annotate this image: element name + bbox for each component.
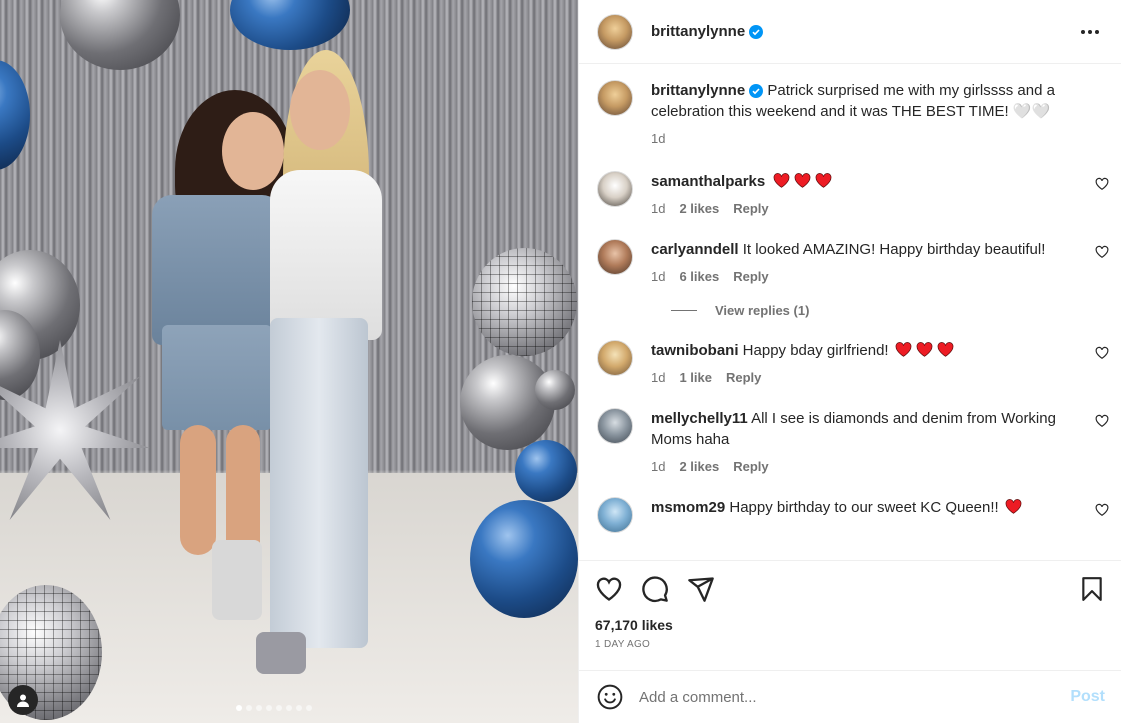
- comment-username[interactable]: carlyanndell: [651, 241, 739, 258]
- post-timestamp[interactable]: 1 DAY AGO: [595, 639, 1105, 650]
- comment-username[interactable]: samanthalparks: [651, 173, 765, 190]
- post-comment-button[interactable]: Post: [1070, 688, 1105, 706]
- carousel-dot[interactable]: [266, 705, 272, 711]
- author-username[interactable]: brittanylynne: [651, 23, 745, 40]
- heart-emojis: [773, 173, 836, 190]
- caption-age: 1d: [651, 131, 666, 146]
- comment-text: It looked AMAZING! Happy birthday beauti…: [742, 241, 1046, 258]
- red-heart-emoji-icon: [1005, 499, 1022, 514]
- avatar[interactable]: [597, 171, 633, 207]
- comment-age: 1d: [651, 459, 666, 474]
- comment-likes[interactable]: 1 like: [679, 367, 712, 388]
- comment: tawnibobani Happy bday girlfriend! 1d 1 …: [597, 340, 1109, 388]
- comment-username[interactable]: mellychelly11: [651, 410, 748, 427]
- reply-button[interactable]: Reply: [733, 266, 768, 287]
- avatar[interactable]: [597, 80, 633, 116]
- comment: mellychelly11 All I see is diamonds and …: [597, 408, 1109, 477]
- avatar[interactable]: [597, 340, 633, 376]
- comments-list[interactable]: brittanylynne Patrick surprised me with …: [579, 64, 1121, 560]
- post-caption: brittanylynne Patrick surprised me with …: [597, 80, 1105, 149]
- heel: [256, 632, 306, 674]
- heart-emojis: [895, 342, 958, 359]
- sandal: [212, 540, 262, 620]
- carousel-dot[interactable]: [246, 705, 252, 711]
- carousel-dot[interactable]: [236, 705, 242, 711]
- more-icon[interactable]: [1075, 24, 1105, 40]
- disco-balloon: [472, 248, 577, 356]
- reply-button[interactable]: Reply: [733, 456, 768, 477]
- reply-button[interactable]: Reply: [733, 198, 768, 219]
- likes-count[interactable]: 67,170 likes: [595, 617, 1105, 633]
- like-comment-heart-icon[interactable]: [1095, 503, 1109, 517]
- face: [290, 70, 350, 150]
- heart-icon[interactable]: [595, 575, 623, 603]
- avatar[interactable]: [597, 239, 633, 275]
- carousel-dot[interactable]: [256, 705, 262, 711]
- view-replies-button[interactable]: View replies (1): [671, 303, 1105, 318]
- carousel-dot[interactable]: [286, 705, 292, 711]
- comment-icon[interactable]: [641, 575, 669, 603]
- denim-shorts: [162, 325, 272, 430]
- like-comment-heart-icon[interactable]: [1095, 177, 1109, 191]
- emoji-icon[interactable]: [597, 684, 623, 710]
- post-photo[interactable]: [0, 0, 578, 723]
- add-comment-bar: Post: [579, 670, 1121, 723]
- comment: samanthalparks 1d 2 likes Reply: [597, 171, 1109, 219]
- comment-text: Happy bday girlfriend!: [742, 342, 889, 359]
- comment-likes[interactable]: 2 likes: [679, 198, 719, 219]
- jeans: [270, 318, 368, 648]
- save-icon[interactable]: [1079, 576, 1105, 602]
- face: [222, 112, 284, 190]
- carousel-dot[interactable]: [276, 705, 282, 711]
- user-tag-icon[interactable]: [8, 685, 38, 715]
- post-details-panel: brittanylynne brittanylynne Patrick surp…: [578, 0, 1121, 723]
- balloon: [470, 500, 578, 618]
- comment-likes[interactable]: 2 likes: [679, 456, 719, 477]
- comment-text: Happy birthday to our sweet KC Queen!!: [729, 499, 999, 516]
- caption-author[interactable]: brittanylynne: [651, 82, 745, 99]
- like-comment-heart-icon[interactable]: [1095, 414, 1109, 428]
- white-top: [270, 170, 382, 340]
- view-replies-label: View replies (1): [715, 303, 810, 318]
- balloon: [230, 0, 350, 50]
- divider: [671, 310, 697, 311]
- comment-username[interactable]: msmom29: [651, 499, 725, 516]
- verified-icon: [749, 24, 764, 39]
- red-heart-emoji-icon: [816, 173, 832, 188]
- like-comment-heart-icon[interactable]: [1095, 346, 1109, 360]
- red-heart-emoji-icon: [774, 173, 790, 188]
- denim-jacket: [152, 195, 282, 345]
- carousel-dot[interactable]: [296, 705, 302, 711]
- red-heart-emoji-icon: [895, 342, 912, 357]
- red-heart-emoji-icon: [937, 342, 954, 357]
- comment-likes[interactable]: 6 likes: [679, 266, 719, 287]
- verified-icon: [749, 84, 764, 99]
- leg: [180, 425, 216, 555]
- balloon: [535, 370, 575, 410]
- avatar[interactable]: [597, 408, 633, 444]
- carousel-dot[interactable]: [306, 705, 312, 711]
- red-heart-emoji-icon: [795, 173, 811, 188]
- reply-button[interactable]: Reply: [726, 367, 761, 388]
- comment-age: 1d: [651, 370, 666, 385]
- like-comment-heart-icon[interactable]: [1095, 245, 1109, 259]
- comment-age: 1d: [651, 269, 666, 284]
- share-icon[interactable]: [687, 575, 715, 603]
- comment: carlyanndell It looked AMAZING! Happy bi…: [597, 239, 1109, 287]
- carousel-dots: [236, 705, 312, 711]
- balloon: [515, 440, 577, 502]
- post-header: brittanylynne: [579, 0, 1121, 64]
- comment: msmom29 Happy birthday to our sweet KC Q…: [597, 497, 1109, 533]
- balloon: [0, 60, 30, 170]
- balloon: [60, 0, 180, 70]
- comment-username[interactable]: tawnibobani: [651, 342, 739, 359]
- red-heart-emoji-icon: [916, 342, 933, 357]
- comment-input[interactable]: [639, 688, 1071, 706]
- comment-age: 1d: [651, 201, 666, 216]
- avatar[interactable]: [597, 497, 633, 533]
- avatar[interactable]: [597, 13, 633, 50]
- post-actions: 67,170 likes 1 DAY AGO: [579, 560, 1121, 670]
